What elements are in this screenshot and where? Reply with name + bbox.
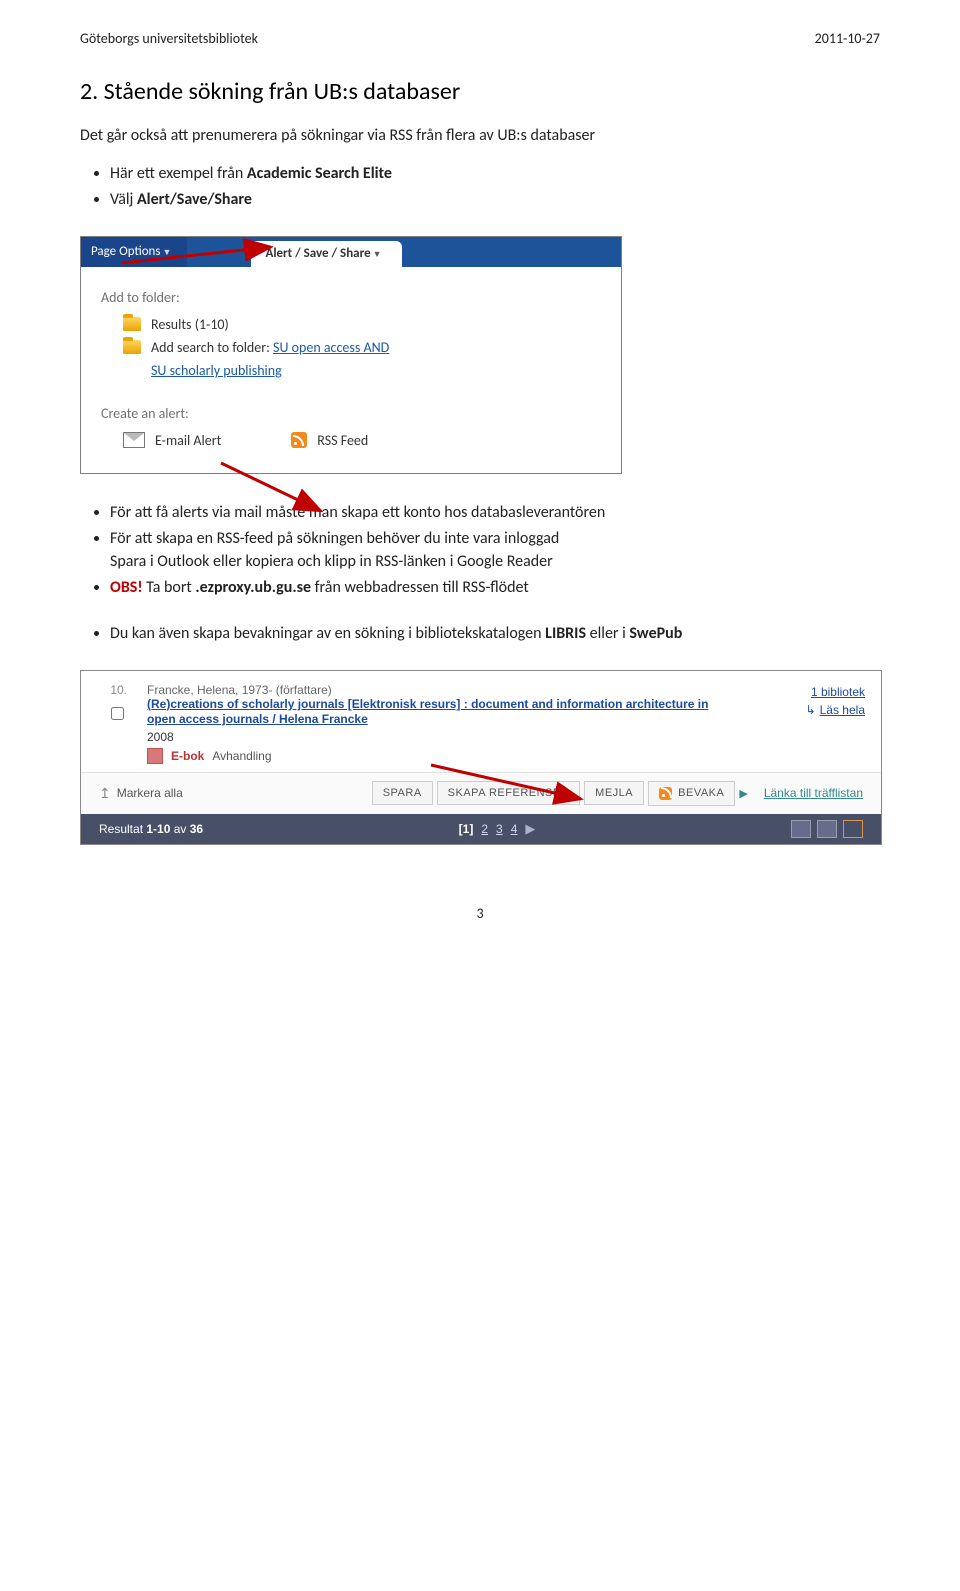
library-count-link[interactable]: 1 bibliotek xyxy=(811,685,865,699)
result-title-link[interactable]: (Re)creations of scholarly journals [Ele… xyxy=(147,697,725,728)
email-alert-link[interactable]: E-mail Alert xyxy=(155,432,221,449)
result-year: 2008 xyxy=(147,730,725,744)
folder-add-search-row2: SU scholarly publishing xyxy=(151,362,601,379)
bullet-rssfeed: För att skapa en RSS-feed på sökningen b… xyxy=(110,528,880,573)
ebook-icon xyxy=(147,748,163,764)
add-to-folder-heading: Add to folder: xyxy=(101,289,601,306)
page-number: 3 xyxy=(80,905,880,922)
section-title: 2. Stående sökning från UB:s databaser xyxy=(80,77,880,106)
result-type-avhandling: Avhandling xyxy=(212,749,271,763)
folder-results-row[interactable]: Results (1-10) xyxy=(123,316,601,333)
bullet-choose: Välj Alert/Save/Share xyxy=(110,189,880,211)
page-1-current: [1] xyxy=(459,822,474,836)
bullets-set-1: Här ett exempel från Academic Search Eli… xyxy=(80,163,880,212)
page-3-link[interactable]: 3 xyxy=(496,822,503,836)
link-to-result-list[interactable]: Länka till träfflistan xyxy=(764,786,863,800)
mark-all[interactable]: ↥ Markera alla xyxy=(99,785,183,802)
screenshot-libris: 10. Francke, Helena, 1973- (författare) … xyxy=(80,670,882,845)
rss-icon xyxy=(291,432,307,448)
result-author: Francke, Helena, 1973- (författare) xyxy=(147,683,725,697)
up-arrow-icon: ↥ xyxy=(99,785,111,802)
arrow-icon: ↳ xyxy=(806,703,816,717)
bullets-set-3: Du kan även skapa bevakningar av en sökn… xyxy=(80,623,880,645)
bullet-example: Här ett exempel från Academic Search Eli… xyxy=(110,163,880,185)
page-4-link[interactable]: 4 xyxy=(511,822,518,836)
screenshot-alert-panel: Page Options Alert / Save / Share Add to… xyxy=(80,236,622,474)
result-number: 10. xyxy=(93,683,127,697)
folder-icon xyxy=(123,340,141,354)
panel-tab-bar: Page Options Alert / Save / Share xyxy=(81,237,621,267)
mail-icon xyxy=(123,432,145,448)
annotation-arrow-tab xyxy=(121,241,301,269)
watch-button[interactable]: BEVAKA xyxy=(648,781,735,806)
alert-row: E-mail Alert RSS Feed xyxy=(123,432,601,449)
result-type-ebok: E-bok xyxy=(171,749,204,763)
folder-add-search-row[interactable]: Add search to folder: SU open access AND xyxy=(123,339,601,356)
saved-search-link[interactable]: SU open access AND xyxy=(273,339,389,356)
create-alert-heading: Create an alert: xyxy=(101,405,601,422)
rss-icon xyxy=(659,787,672,800)
pagination: [1] 2 3 4 ▶ xyxy=(459,821,536,837)
view-list-icon[interactable] xyxy=(817,820,837,838)
doc-header-left: Göteborgs universitetsbibliotek xyxy=(80,30,258,47)
read-full-link[interactable]: Läs hela xyxy=(820,703,865,717)
page-2-link[interactable]: 2 xyxy=(481,822,488,836)
folder-icon xyxy=(123,317,141,331)
rss-icon[interactable] xyxy=(843,820,863,838)
annotation-arrow-bevaka xyxy=(431,765,601,811)
bullets-set-2: För att få alerts via mail måste man ska… xyxy=(80,502,880,600)
bullet-libris: Du kan även skapa bevakningar av en sökn… xyxy=(110,623,880,645)
intro-text: Det går också att prenumerera på sökning… xyxy=(80,126,880,145)
result-count: Resultat 1-10 av 36 xyxy=(99,822,203,836)
rss-feed-link[interactable]: RSS Feed xyxy=(317,432,368,449)
next-page-icon[interactable]: ▶ xyxy=(525,821,535,837)
annotation-arrow-rss xyxy=(221,463,341,523)
result-checkbox[interactable] xyxy=(111,707,124,720)
bullet-obs: OBS! Ta bort .ezproxy.ub.gu.se från webb… xyxy=(110,577,880,599)
view-grid-icon[interactable] xyxy=(791,820,811,838)
triangle-right-icon: ▶ xyxy=(739,787,747,800)
doc-header-date: 2011-10-27 xyxy=(815,30,880,47)
save-button[interactable]: SPARA xyxy=(372,781,433,805)
